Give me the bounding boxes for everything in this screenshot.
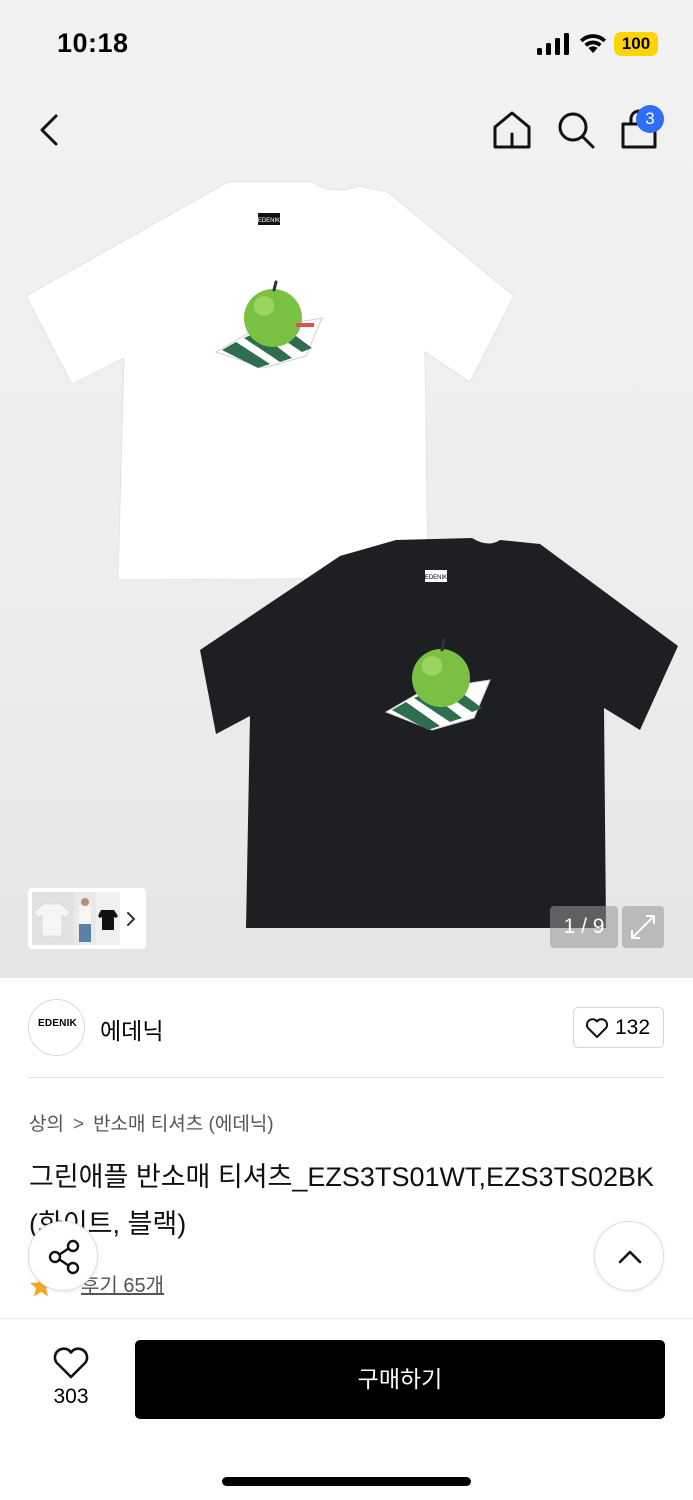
- chevron-right-icon: [127, 912, 136, 926]
- breadcrumb: 상의 > 반소매 티셔츠 (에데닉): [29, 1109, 274, 1136]
- share-icon: [48, 1239, 80, 1275]
- brand-logo-text: EDENIK: [38, 1018, 77, 1029]
- wifi-icon: [580, 34, 606, 53]
- white-tshirt-illustration: EDENIK: [25, 181, 515, 581]
- chevron-up-icon: [618, 1250, 642, 1264]
- search-icon[interactable]: [554, 108, 598, 152]
- expand-button[interactable]: [622, 906, 664, 948]
- brand-logo[interactable]: EDENIK: [28, 999, 85, 1056]
- breadcrumb-category[interactable]: 상의: [29, 1114, 64, 1135]
- svg-text:EDENIK: EDENIK: [258, 218, 280, 224]
- home-icon[interactable]: [490, 108, 534, 152]
- top-nav-bar: [0, 88, 693, 176]
- breadcrumb-subcategory[interactable]: 반소매 티셔츠 (에데닉): [93, 1114, 274, 1135]
- image-thumbnail-strip[interactable]: [28, 888, 146, 949]
- cart-count-badge: 3: [636, 105, 664, 133]
- product-title: 그린애플 반소매 티셔츠_EZS3TS01WT,EZS3TS02BK (화이트,…: [29, 1162, 655, 1239]
- bottom-action-bar: 303 구매하기: [0, 1318, 693, 1500]
- share-button[interactable]: [28, 1221, 98, 1291]
- heart-outline-icon[interactable]: [52, 1346, 90, 1380]
- brand-name[interactable]: 에데닉: [100, 1012, 163, 1046]
- black-tshirt-illustration: EDENIK: [200, 538, 678, 928]
- wish-count: 303: [53, 1385, 89, 1408]
- status-time: 10:18: [57, 28, 129, 58]
- battery-indicator: 100: [614, 32, 658, 56]
- expand-icon: [631, 915, 655, 939]
- svg-text:EDENIK: EDENIK: [425, 575, 447, 581]
- scroll-top-button[interactable]: [594, 1221, 664, 1291]
- brand-like-count: 132: [615, 1016, 651, 1039]
- home-indicator: [222, 1477, 471, 1486]
- status-bar: 10:18 100: [0, 0, 693, 88]
- buy-button[interactable]: 구매하기: [135, 1340, 665, 1419]
- image-counter: 1 / 9: [550, 906, 618, 948]
- divider: [28, 1077, 664, 1078]
- product-image[interactable]: EDENIK EDENIK: [0, 176, 693, 966]
- brand-like-button[interactable]: 132: [573, 1007, 664, 1048]
- heart-outline-icon: [585, 1018, 609, 1038]
- chevron-left-icon[interactable]: [30, 110, 70, 150]
- signal-icon: [537, 33, 569, 55]
- breadcrumb-separator: >: [72, 1114, 85, 1135]
- brand-row: EDENIK 에데닉 132: [0, 978, 693, 1078]
